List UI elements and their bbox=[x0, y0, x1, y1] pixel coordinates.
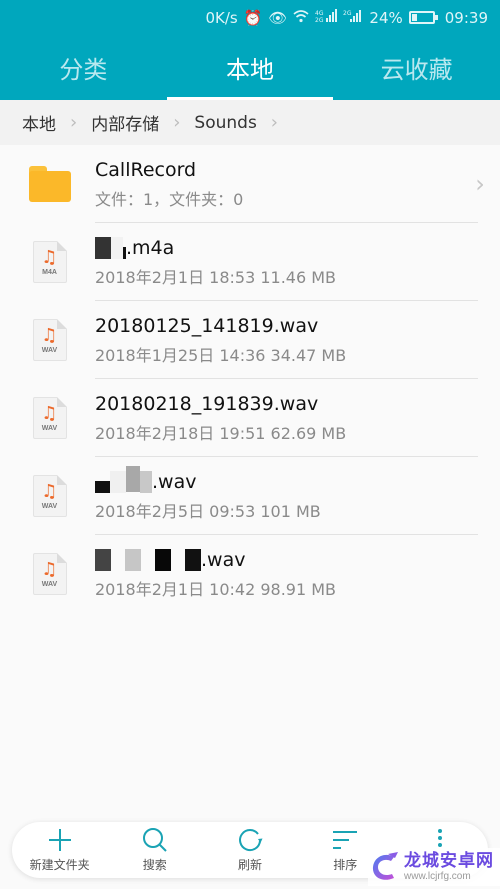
watermark: 龙城安卓网 www.lcjrfg.com bbox=[368, 848, 500, 886]
breadcrumb: 本地 › 内部存储 › Sounds › bbox=[0, 100, 500, 145]
file-name: .wav bbox=[95, 466, 500, 494]
file-meta: 2018年1月25日 14:36 34.47 MB bbox=[95, 346, 347, 365]
file-row[interactable]: ♫ WAV 20180218_191839.wav 2018年2月18日 19:5… bbox=[0, 379, 500, 457]
watermark-title: 龙城安卓网 bbox=[404, 850, 494, 871]
audio-file-icon: ♫ M4A bbox=[32, 241, 67, 283]
wifi-icon bbox=[293, 9, 309, 27]
net-speed: 0K/s bbox=[205, 8, 238, 27]
redacted-text bbox=[95, 481, 110, 493]
refresh-icon bbox=[239, 829, 263, 852]
dragon-logo-icon bbox=[372, 852, 398, 880]
chevron-right-icon: › bbox=[173, 112, 181, 133]
file-name: 20180218_191839.wav bbox=[95, 393, 319, 415]
sort-icon bbox=[333, 831, 358, 849]
signal-sim2-icon: 2G bbox=[343, 9, 363, 27]
breadcrumb-local[interactable]: 本地 bbox=[22, 110, 56, 135]
folder-meta: 文件：1，文件夹：0 bbox=[95, 190, 244, 209]
svg-text:2G: 2G bbox=[343, 10, 352, 17]
search-label: 搜索 bbox=[142, 858, 167, 872]
file-row[interactable]: ♫ WAV .wav 2018年2月5日 09:53 101 MB bbox=[0, 457, 500, 535]
tab-local[interactable]: 本地 bbox=[166, 35, 334, 100]
search-icon bbox=[142, 828, 167, 852]
sort-label: 排序 bbox=[333, 858, 358, 872]
battery-icon bbox=[408, 11, 438, 24]
header: 0K/s ⏰ 👁 4G 2G 2G 24% 09:39 分类 本地 云收藏 bbox=[0, 0, 500, 100]
chevron-right-icon: › bbox=[70, 112, 78, 133]
file-row[interactable]: ♫ WAV 20180125_141819.wav 2018年1月25日 14:3… bbox=[0, 301, 500, 379]
watermark-url: www.lcjrfg.com bbox=[404, 870, 471, 882]
folder-name: CallRecord bbox=[95, 159, 197, 181]
tab-bar: 分类 本地 云收藏 bbox=[0, 35, 500, 100]
new-folder-button[interactable]: 新建文件夹 bbox=[12, 822, 107, 878]
signal-sim1-icon: 4G 2G bbox=[315, 8, 338, 27]
tab-cloud-favorites[interactable]: 云收藏 bbox=[333, 35, 500, 100]
breadcrumb-sounds[interactable]: Sounds bbox=[194, 113, 256, 133]
file-name: .m4a bbox=[95, 236, 500, 260]
status-bar: 0K/s ⏰ 👁 4G 2G 2G 24% 09:39 bbox=[0, 0, 500, 35]
file-name: .wav bbox=[95, 548, 500, 572]
search-button[interactable]: 搜索 bbox=[107, 822, 202, 878]
svg-text:2G: 2G bbox=[315, 17, 324, 23]
file-list: CallRecord 文件：1，文件夹：0 › ♫ M4A .m4a 2018年2… bbox=[0, 145, 500, 613]
refresh-label: 刷新 bbox=[238, 858, 263, 872]
redacted-text bbox=[95, 237, 111, 259]
file-meta: 2018年2月1日 10:42 98.91 MB bbox=[95, 580, 337, 599]
eye-icon: 👁 bbox=[268, 8, 288, 27]
breadcrumb-internal-storage[interactable]: 内部存储 bbox=[91, 110, 159, 135]
clock: 09:39 bbox=[444, 8, 488, 27]
audio-file-icon: ♫ WAV bbox=[32, 319, 67, 361]
file-meta: 2018年2月1日 18:53 11.46 MB bbox=[95, 268, 337, 287]
file-name: 20180125_141819.wav bbox=[95, 315, 319, 337]
redacted-text bbox=[95, 549, 111, 571]
folder-row-callrecord[interactable]: CallRecord 文件：1，文件夹：0 › bbox=[0, 145, 500, 223]
folder-icon bbox=[28, 166, 71, 202]
chevron-right-icon: › bbox=[270, 112, 278, 133]
alarm-icon: ⏰ bbox=[243, 8, 263, 27]
battery-percent: 24% bbox=[369, 8, 403, 27]
audio-file-icon: ♫ WAV bbox=[32, 553, 67, 595]
audio-file-icon: ♫ WAV bbox=[32, 397, 67, 439]
audio-file-icon: ♫ WAV bbox=[32, 475, 67, 517]
chevron-right-icon: › bbox=[475, 170, 485, 198]
file-meta: 2018年2月18日 19:51 62.69 MB bbox=[95, 424, 347, 443]
file-row[interactable]: ♫ M4A .m4a 2018年2月1日 18:53 11.46 MB bbox=[0, 223, 500, 301]
refresh-button[interactable]: 刷新 bbox=[202, 822, 297, 878]
new-folder-label: 新建文件夹 bbox=[29, 858, 90, 872]
plus-icon bbox=[48, 829, 71, 851]
file-meta: 2018年2月5日 09:53 101 MB bbox=[95, 502, 321, 521]
tab-category[interactable]: 分类 bbox=[0, 35, 167, 100]
file-row[interactable]: ♫ WAV .wav 2018年2月1日 10:42 98.91 MB bbox=[0, 535, 500, 613]
svg-text:4G: 4G bbox=[315, 10, 324, 17]
